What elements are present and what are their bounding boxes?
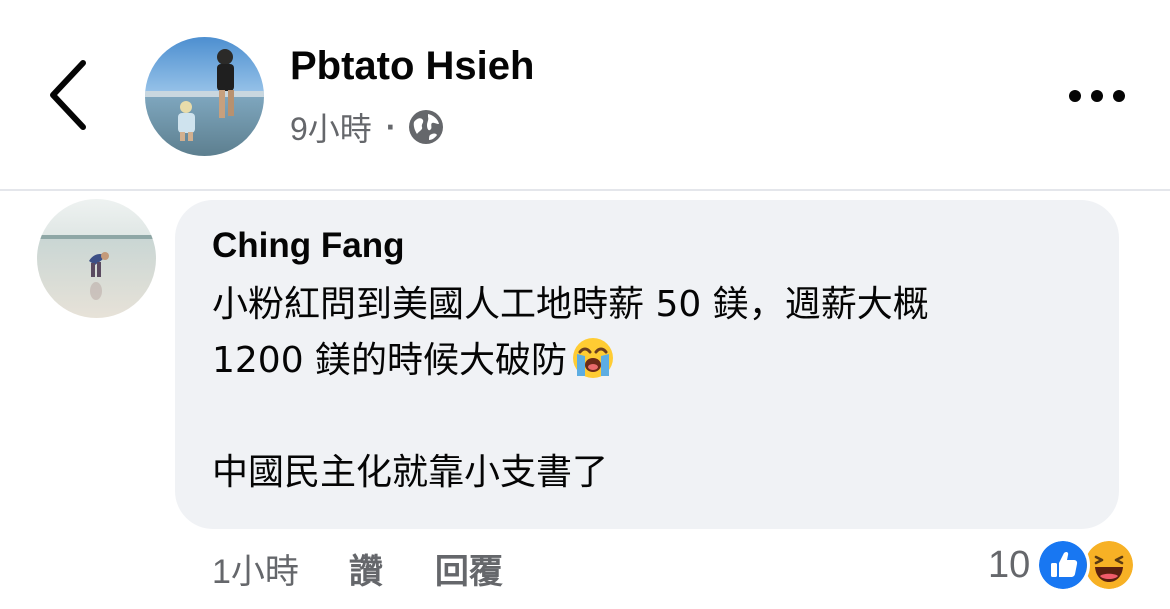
more-dots-icon [1069,90,1125,102]
post-meta: 9小時 · [290,106,444,148]
post-header: Pbtato Hsieh 9小時 · [0,0,1170,190]
comment-thread-view: Pbtato Hsieh 9小時 · Ching Fang 小粉紅問到美國人工地… [0,0,1170,609]
more-options-button[interactable] [1062,78,1132,114]
comment-line-4: 中國民主化就靠小支書了 [212,452,609,493]
meta-separator: · [385,108,397,145]
comment-author[interactable]: Ching Fang [212,222,1083,270]
like-icon [1036,538,1091,592]
poster-name[interactable]: Pbtato Hsieh [290,44,534,89]
header-divider [0,189,1170,191]
comment-line-1: 小粉紅問到美國人工地時薪 50 鎂，週薪大概 [212,284,929,325]
back-button[interactable] [38,55,98,135]
reaction-summary[interactable]: 10 [988,538,1137,592]
loudly-crying-face-icon [573,338,614,378]
comment-bubble[interactable]: Ching Fang 小粉紅問到美國人工地時薪 50 鎂，週薪大概 1200 鎂… [175,200,1119,529]
post-time[interactable]: 9小時 [290,104,372,150]
chevron-left-icon [50,60,86,130]
poster-avatar[interactable] [145,37,264,156]
comment-text: 小粉紅問到美國人工地時薪 50 鎂，週薪大概 1200 鎂的時候大破防 中國民主… [212,277,1092,501]
haha-icon [1082,538,1137,592]
reply-button[interactable]: 回覆 [435,544,503,593]
comment-actions: 1小時 讚 回覆 [212,543,555,593]
globe-icon [409,110,444,144]
like-button[interactable]: 讚 [349,544,383,593]
commenter-avatar[interactable] [37,199,156,318]
comment-time[interactable]: 1小時 [212,544,299,593]
reaction-count: 10 [988,543,1031,586]
comment-line-2: 1200 鎂的時候大破防 [212,340,568,381]
